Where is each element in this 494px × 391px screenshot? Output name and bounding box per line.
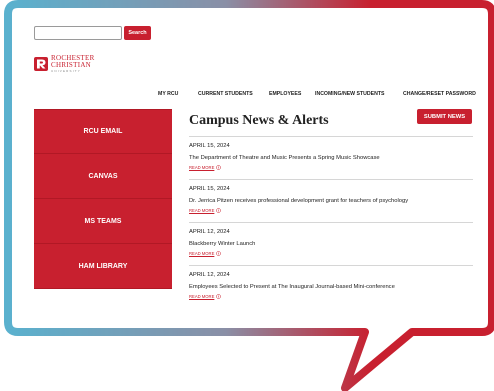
search-button[interactable]: Search (124, 26, 151, 40)
news-date: APRIL 15, 2024 (189, 143, 230, 149)
read-more-label: READ MORE (189, 165, 215, 170)
nav-item-employees[interactable]: EMPLOYEES (269, 91, 301, 97)
arrow-circle-icon (216, 165, 222, 170)
arrow-circle-icon (216, 251, 222, 256)
read-more-link[interactable]: READ MORE (189, 251, 222, 256)
website-screenshot: Search ROCHESTER CHRISTIAN UNIVERSITY MY… (29, 14, 480, 320)
logo-line-university: UNIVERSITY (51, 69, 82, 73)
read-more-label: READ MORE (189, 251, 215, 256)
sidebar-item-ms-teams[interactable]: MS TEAMS (34, 199, 172, 244)
arrow-circle-icon (216, 208, 222, 213)
sidebar: RCU EMAIL CANVAS MS TEAMS HAM LIBRARY (34, 109, 172, 289)
sidebar-item-ham-library[interactable]: HAM LIBRARY (34, 244, 172, 289)
search-input[interactable] (34, 26, 122, 40)
read-more-label: READ MORE (189, 294, 215, 299)
read-more-link[interactable]: READ MORE (189, 165, 222, 170)
news-item: APRIL 12, 2024 Blackberry Winter Launch … (189, 222, 473, 265)
news-list: APRIL 15, 2024 The Department of Theatre… (189, 136, 473, 308)
news-item: APRIL 15, 2024 Dr. Jerrica Pitzen receiv… (189, 179, 473, 222)
news-headline[interactable]: The Department of Theatre and Music Pres… (189, 155, 380, 161)
news-headline[interactable]: Dr. Jerrica Pitzen receives professional… (189, 198, 408, 204)
nav-item-current-students[interactable]: CURRENT STUDENTS (198, 91, 253, 97)
nav-item-change-reset-password[interactable]: CHANGE/RESET PASSWORD (403, 91, 476, 97)
rcu-logo[interactable]: ROCHESTER CHRISTIAN UNIVERSITY (34, 55, 95, 73)
read-more-link[interactable]: READ MORE (189, 208, 222, 213)
sidebar-item-canvas[interactable]: CANVAS (34, 154, 172, 199)
news-date: APRIL 12, 2024 (189, 272, 230, 278)
news-headline[interactable]: Blackberry Winter Launch (189, 241, 255, 247)
arrow-circle-icon (216, 294, 222, 299)
news-date: APRIL 15, 2024 (189, 186, 230, 192)
sidebar-item-rcu-email[interactable]: RCU EMAIL (34, 109, 172, 154)
news-item: APRIL 12, 2024 Employees Selected to Pre… (189, 265, 473, 308)
read-more-label: READ MORE (189, 208, 215, 213)
rcu-logo-icon (34, 57, 48, 71)
news-date: APRIL 12, 2024 (189, 229, 230, 235)
nav-item-incoming-new-students[interactable]: INCOMING/NEW STUDENTS (315, 91, 384, 97)
nav-item-my-rcu[interactable]: MY RCU (158, 91, 178, 97)
logo-line-christian: CHRISTIAN (51, 61, 92, 69)
news-item: APRIL 15, 2024 The Department of Theatre… (189, 136, 473, 179)
read-more-link[interactable]: READ MORE (189, 294, 222, 299)
news-section-title: Campus News & Alerts (189, 113, 329, 128)
submit-news-button[interactable]: SUBMIT NEWS (417, 109, 472, 124)
news-headline[interactable]: Employees Selected to Present at The Ina… (189, 284, 395, 290)
search-bar: Search (34, 26, 151, 40)
